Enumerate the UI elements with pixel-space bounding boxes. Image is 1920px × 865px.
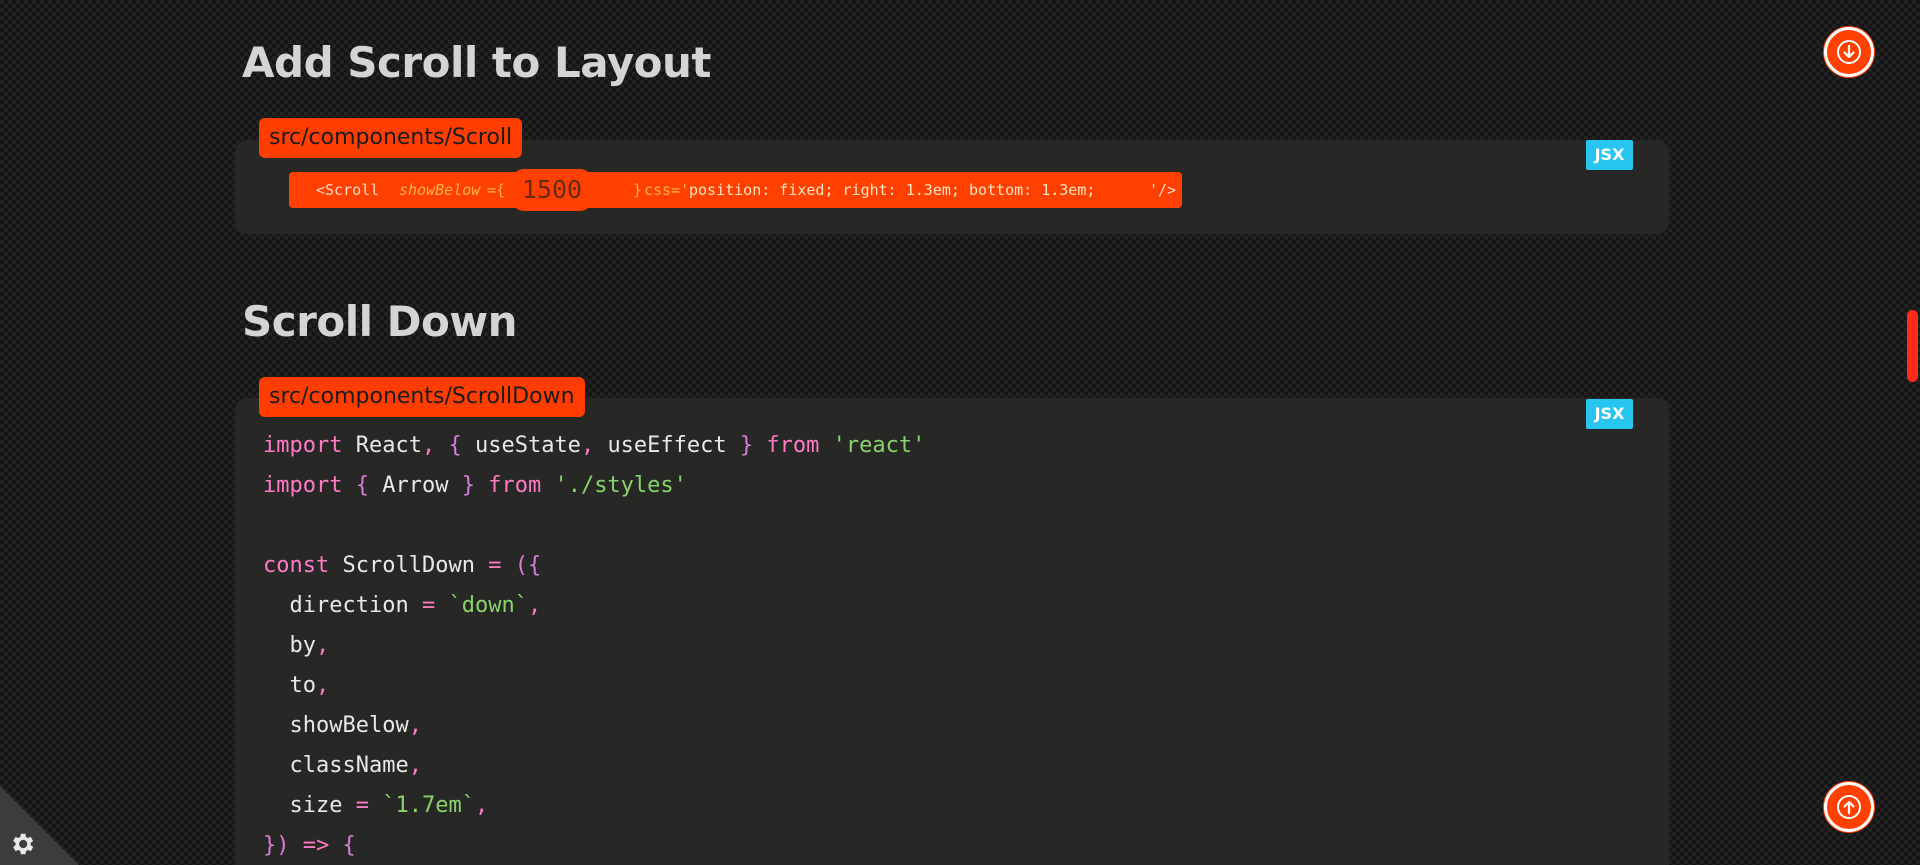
code-line: size = `1.7em`, bbox=[289, 793, 489, 818]
show-below-number: 1500 bbox=[512, 169, 592, 211]
code-line: import { Arrow } from './styles' bbox=[263, 473, 687, 498]
code-line: const ScrollDown = ({ bbox=[263, 553, 542, 578]
highlighted-code-line: <Scroll showBelow ={ } css=' position: f… bbox=[289, 172, 1182, 208]
section-heading-scroll-down: Scroll Down bbox=[242, 297, 518, 346]
file-tab-scroll: src/components/Scroll bbox=[259, 118, 523, 158]
code-line: }) => { bbox=[263, 833, 356, 858]
section-heading-add-scroll: Add Scroll to Layout bbox=[242, 38, 711, 87]
code-css-value: position: fixed; right: 1.3em; bottom: 1… bbox=[689, 181, 1096, 199]
code-attr-name: showBelow bbox=[399, 181, 481, 199]
arrow-up-circle-icon bbox=[1837, 795, 1861, 819]
code-line: direction = `down`, bbox=[289, 593, 542, 618]
code-line: className, bbox=[289, 753, 422, 778]
code-line: to, bbox=[289, 673, 330, 698]
code-line: import React, { useState, useEffect } fr… bbox=[263, 433, 926, 458]
code-tag-close: '/> bbox=[1149, 181, 1177, 199]
code-line: showBelow, bbox=[289, 713, 422, 738]
arrow-down-circle-icon bbox=[1837, 40, 1861, 64]
gear-icon[interactable] bbox=[8, 830, 36, 858]
code-css-attr: css=' bbox=[644, 181, 690, 199]
lang-badge-jsx: JSX bbox=[1586, 140, 1633, 170]
scroll-down-button[interactable] bbox=[1824, 27, 1874, 77]
scroll-up-button[interactable] bbox=[1824, 782, 1874, 832]
code-line: by, bbox=[289, 633, 330, 658]
file-tab-scroll-down: src/components/ScrollDown bbox=[259, 377, 585, 417]
code-brace-close: } bbox=[633, 181, 643, 199]
code-attr-eq: ={ bbox=[487, 181, 506, 199]
code-block-scroll-down: import React, { useState, useEffect } fr… bbox=[263, 426, 925, 865]
code-tag-open: <Scroll bbox=[316, 181, 380, 199]
scrollbar-thumb[interactable] bbox=[1907, 310, 1918, 382]
lang-badge-jsx-2: JSX bbox=[1586, 399, 1633, 429]
